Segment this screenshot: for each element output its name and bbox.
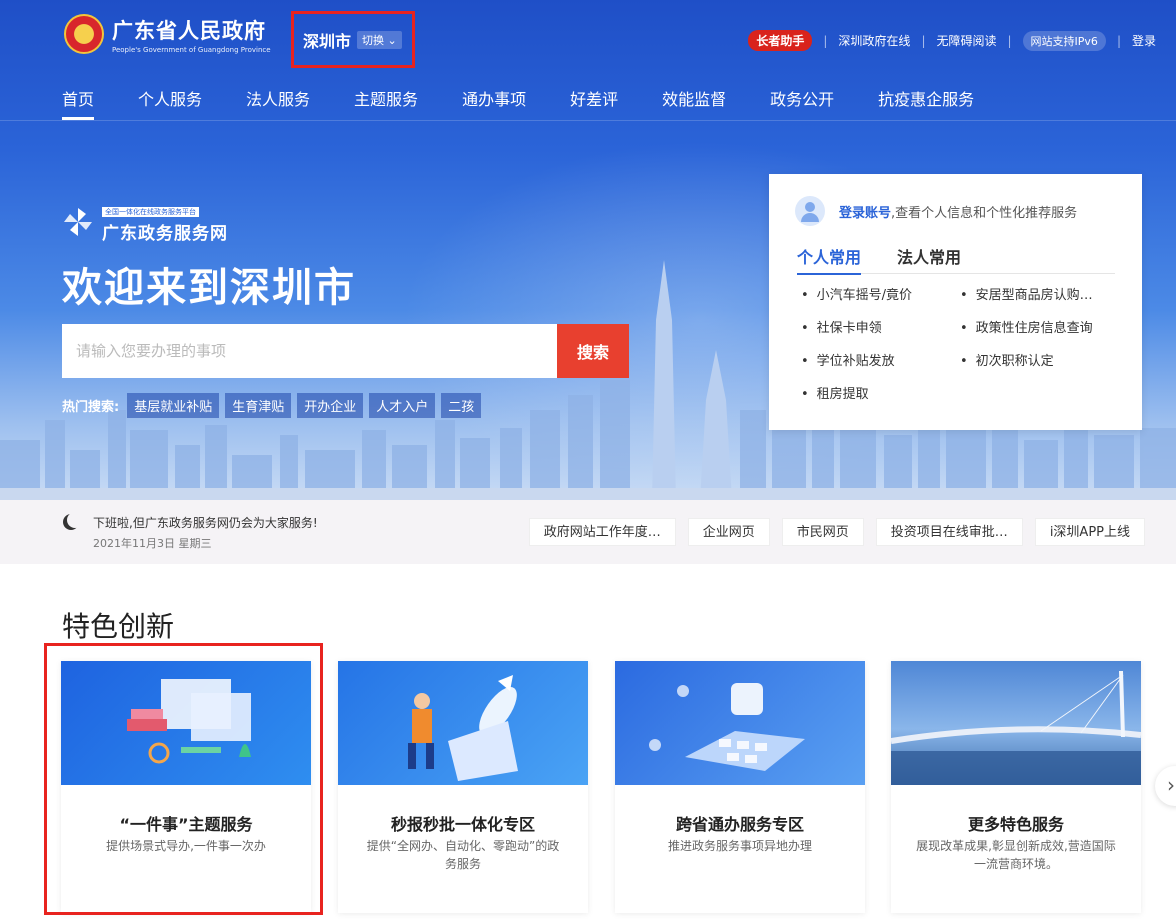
list-item[interactable]: 租房提取 [801, 383, 960, 402]
hot-tag[interactable]: 开办企业 [297, 393, 364, 418]
portal-brand[interactable]: 全国一体化在线政务服务平台 广东政务服务网 [62, 199, 228, 244]
nav-item-cross-region[interactable]: 通办事项 [462, 86, 526, 120]
hot-tag[interactable]: 二孩 [441, 393, 482, 418]
nav-item-supervision[interactable]: 效能监督 [662, 86, 726, 120]
nav-item-home[interactable]: 首页 [62, 86, 95, 120]
feature-highlight-box [44, 643, 323, 915]
national-emblem-icon [64, 14, 104, 54]
list-item[interactable]: 学位补贴发放 [801, 350, 960, 369]
nav-divider [0, 120, 1176, 121]
login-prompt-text: ,查看个人信息和个性化推荐服务 [891, 205, 1078, 221]
list-item[interactable]: 社保卡申领 [801, 317, 960, 336]
feature-card-instant-approval[interactable]: 秒报秒批一体化专区 提供“全网办、自动化、零跑动”的政务服务 [338, 661, 588, 913]
notice-date: 2021年11月3日 星期三 [93, 537, 212, 550]
common-tabs: 个人常用 法人常用 [797, 244, 1115, 275]
chevron-down-icon: ⌄ [387, 34, 397, 47]
logo-subtitle: People's Government of Guangdong Provinc… [112, 45, 271, 54]
welcome-heading: 欢迎来到深圳市 [62, 265, 356, 311]
tab-corporate-common[interactable]: 法人常用 [897, 244, 961, 274]
carousel-next-button[interactable]: › [1155, 766, 1176, 806]
city-switch-label: 切换 [362, 34, 384, 47]
search-bar: 搜索 [62, 324, 629, 378]
nav-item-corporate[interactable]: 法人服务 [246, 86, 310, 120]
feature-image [338, 661, 588, 785]
logo-title: 广东省人民政府 [112, 18, 266, 43]
pinwheel-logo-icon [64, 207, 92, 236]
current-city: 深圳市 [303, 32, 352, 51]
moon-icon [67, 512, 83, 528]
separator: | [921, 33, 926, 48]
feature-desc: 提供“全网办、自动化、零跑动”的政务服务 [366, 839, 560, 871]
list-item[interactable]: 安居型商品房认购… [960, 284, 1119, 303]
feature-desc: 推进政务服务事项异地办理 [667, 839, 812, 853]
quick-links: 政府网站工作年度… 企业网页 市民网页 投资项目在线审批… i深圳APP上线 [517, 518, 1145, 546]
feature-card-cross-province[interactable]: 跨省通办服务专区 推进政务服务事项异地办理 [615, 661, 865, 913]
nav-item-personal[interactable]: 个人服务 [138, 86, 202, 120]
separator: | [1007, 33, 1012, 48]
login-account-link[interactable]: 登录账号 [839, 202, 891, 221]
accessibility-reading-link[interactable]: 无障碍阅读 [936, 32, 996, 49]
nav-item-themes[interactable]: 主题服务 [354, 86, 418, 120]
quick-link-citizen[interactable]: 市民网页 [781, 518, 864, 546]
quick-link-ishenzhen-app[interactable]: i深圳APP上线 [1034, 518, 1145, 546]
ipv6-badge: 网站支持IPv6 [1022, 30, 1106, 51]
list-item[interactable]: 初次职称认定 [960, 350, 1119, 369]
nav-item-gov-affairs[interactable]: 政务公开 [770, 86, 834, 120]
feature-desc: 展现改革成果,彰显创新成效,营造国际一流营商环境。 [916, 839, 1116, 871]
features-heading: 特色创新 [62, 610, 175, 643]
feature-card-more-services[interactable]: 更多特色服务 展现改革成果,彰显创新成效,营造国际一流营商环境。 [891, 661, 1141, 913]
hot-tag[interactable]: 人才入户 [369, 393, 436, 418]
feature-title: 更多特色服务 [967, 815, 1064, 834]
city-switch-button[interactable]: 切换 ⌄ [357, 31, 402, 49]
login-card: 登录账号 ,查看个人信息和个性化推荐服务 个人常用 法人常用 小汽车摇号/竟价 … [769, 174, 1142, 430]
search-button[interactable]: 搜索 [557, 324, 629, 378]
hot-tag[interactable]: 生育津贴 [225, 393, 292, 418]
search-input[interactable] [62, 324, 557, 378]
top-utility-bar: 长者助手 | 深圳政府在线 | 无障碍阅读 | 网站支持IPv6 | 登录 [748, 30, 1156, 51]
hot-search-label: 热门搜索: [62, 400, 120, 415]
site-logo[interactable]: 广东省人民政府 People's Government of Guangdong… [64, 14, 271, 54]
notice-text: 下班啦,但广东政务服务网仍会为大家服务! [93, 516, 318, 530]
list-item[interactable]: 政策性住房信息查询 [960, 317, 1119, 336]
feature-title: 秒报秒批一体化专区 [390, 815, 535, 834]
user-avatar-icon [795, 196, 825, 226]
quick-link-annual-report[interactable]: 政府网站工作年度… [528, 518, 676, 546]
separator: | [823, 33, 828, 48]
nav-item-pandemic-support[interactable]: 抗疫惠企服务 [878, 86, 974, 120]
chevron-right-icon: › [1167, 773, 1175, 797]
shenzhen-gov-online-link[interactable]: 深圳政府在线 [838, 32, 910, 49]
feature-image [891, 661, 1141, 785]
quick-link-investment[interactable]: 投资项目在线审批… [875, 518, 1023, 546]
common-services-list: 小汽车摇号/竟价 安居型商品房认购… 社保卡申领 政策性住房信息查询 学位补贴发… [801, 284, 1121, 402]
portal-name: 广东政务服务网 [102, 224, 228, 244]
elderly-assistant-link[interactable]: 长者助手 [748, 30, 813, 51]
hot-tag[interactable]: 基层就业补贴 [127, 393, 220, 418]
login-link[interactable]: 登录 [1132, 32, 1156, 49]
login-prompt: 登录账号 ,查看个人信息和个性化推荐服务 [795, 196, 1077, 226]
separator: | [1116, 33, 1121, 48]
list-item[interactable]: 小汽车摇号/竟价 [801, 284, 960, 303]
tab-personal-common[interactable]: 个人常用 [797, 244, 862, 275]
portal-tag: 全国一体化在线政务服务平台 [102, 207, 199, 217]
feature-title: 跨省通办服务专区 [675, 815, 804, 834]
hot-search: 热门搜索: 基层就业补贴 生育津贴 开办企业 人才入户 二孩 [62, 393, 487, 418]
nav-item-rating[interactable]: 好差评 [570, 86, 618, 120]
quick-link-enterprise[interactable]: 企业网页 [687, 518, 770, 546]
main-nav: 首页 个人服务 法人服务 主题服务 通办事项 好差评 效能监督 政务公开 抗疫惠… [62, 86, 1018, 120]
feature-image [615, 661, 865, 785]
